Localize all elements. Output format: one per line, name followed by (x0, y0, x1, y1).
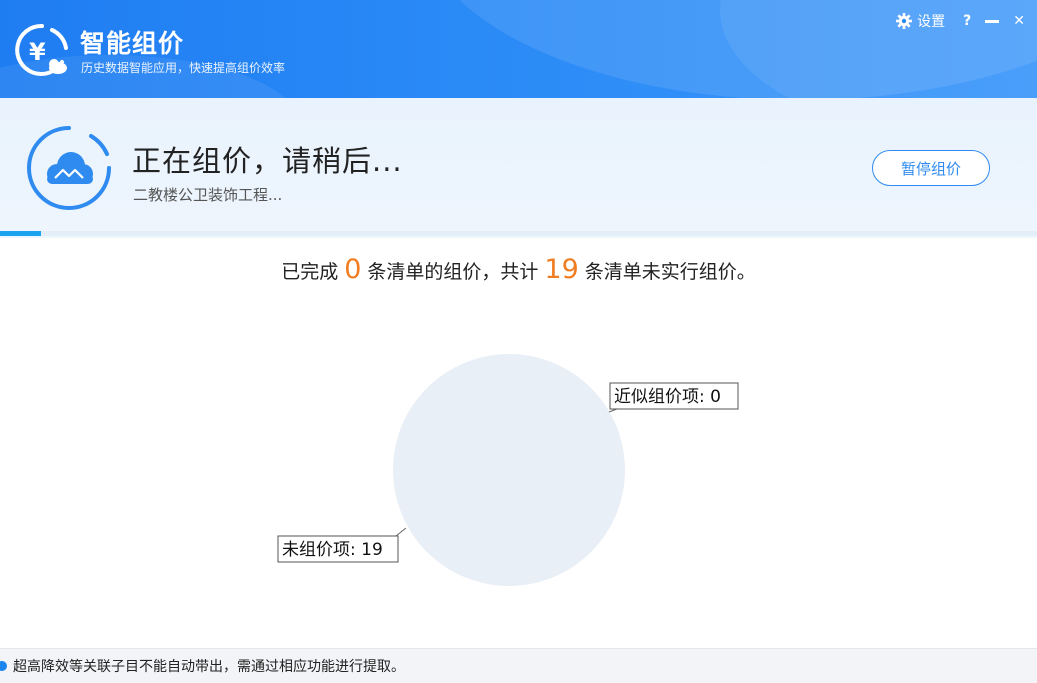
slice-label: 未组价项: 19 (282, 540, 383, 560)
cloud-progress-icon (27, 126, 111, 210)
window-controls: 设置 ? ✕ (896, 10, 1025, 32)
app-logo-icon: ¥ (15, 23, 68, 76)
total-count: 19 (544, 254, 579, 285)
pie-slice (393, 354, 625, 586)
svg-text:¥: ¥ (29, 38, 46, 66)
summary-prefix: 已完成 (281, 261, 339, 283)
label-leader-line (395, 527, 407, 537)
project-name: 二教楼公卫装饰工程... (133, 186, 283, 204)
summary-suffix: 条清单未实行组价。 (584, 261, 756, 283)
title-bar: ¥ 智能组价 历史数据智能应用，快速提高组价效率 设置 ? ✕ (0, 0, 1037, 98)
help-button[interactable]: ? (963, 13, 971, 29)
summary-text: 已完成 0 条清单的组价，共计 19 条清单未实行组价。 (0, 254, 1037, 285)
progress-bar (0, 231, 1037, 236)
summary-middle: 条清单的组价，共计 (367, 261, 539, 283)
status-title: 正在组价，请稍后... (132, 144, 403, 178)
app-title: 智能组价 (80, 29, 185, 58)
settings-label: 设置 (917, 14, 946, 30)
footer-status-bar: 超高降效等关联子目不能自动带出，需通过相应功能进行提取。 (0, 648, 1037, 683)
status-panel: 正在组价，请稍后... 二教楼公卫装饰工程... 暂停组价 (0, 98, 1037, 238)
progress-fill (0, 231, 42, 236)
slice-label: 近似组价项: 0 (614, 387, 721, 407)
pricing-pie-chart: 近似组价项: 0 未组价项: 19 (277, 354, 739, 586)
app-subtitle: 历史数据智能应用，快速提高组价效率 (81, 61, 286, 75)
gear-icon (896, 13, 913, 29)
pause-pricing-button[interactable]: 暂停组价 (872, 150, 990, 186)
settings-button[interactable]: 设置 (896, 11, 945, 31)
info-dot-icon (0, 661, 7, 671)
footer-note: 超高降效等关联子目不能自动带出，需通过相应功能进行提取。 (13, 659, 405, 675)
close-button[interactable]: ✕ (1013, 13, 1025, 29)
completed-count: 0 (344, 254, 362, 285)
minimize-button[interactable] (985, 19, 1000, 23)
